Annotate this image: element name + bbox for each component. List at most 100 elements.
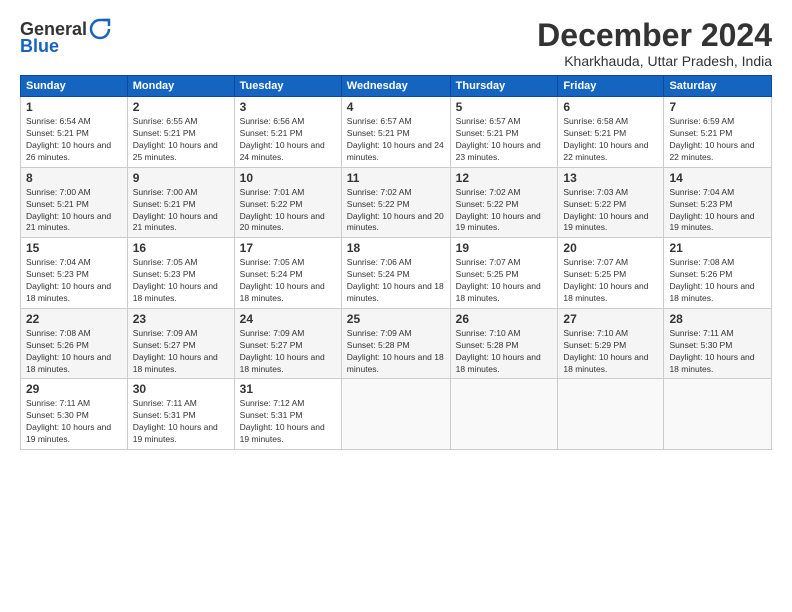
table-row — [664, 379, 772, 450]
day-info: Sunrise: 7:10 AM Sunset: 5:28 PM Dayligh… — [456, 328, 553, 376]
table-row: 26 Sunrise: 7:10 AM Sunset: 5:28 PM Dayl… — [450, 308, 558, 379]
calendar-week-row: 8 Sunrise: 7:00 AM Sunset: 5:21 PM Dayli… — [21, 167, 772, 238]
day-number: 1 — [26, 100, 122, 114]
day-info: Sunrise: 7:07 AM Sunset: 5:25 PM Dayligh… — [456, 257, 553, 305]
day-info: Sunrise: 7:05 AM Sunset: 5:23 PM Dayligh… — [133, 257, 229, 305]
day-info: Sunrise: 6:54 AM Sunset: 5:21 PM Dayligh… — [26, 116, 122, 164]
day-number: 15 — [26, 241, 122, 255]
table-row: 2 Sunrise: 6:55 AM Sunset: 5:21 PM Dayli… — [127, 97, 234, 168]
day-number: 11 — [347, 171, 445, 185]
day-number: 24 — [240, 312, 336, 326]
day-info: Sunrise: 6:57 AM Sunset: 5:21 PM Dayligh… — [347, 116, 445, 164]
day-number: 23 — [133, 312, 229, 326]
day-info: Sunrise: 7:00 AM Sunset: 5:21 PM Dayligh… — [26, 187, 122, 235]
table-row: 23 Sunrise: 7:09 AM Sunset: 5:27 PM Dayl… — [127, 308, 234, 379]
day-number: 2 — [133, 100, 229, 114]
table-row: 27 Sunrise: 7:10 AM Sunset: 5:29 PM Dayl… — [558, 308, 664, 379]
header: General Blue December 2024 Kharkhauda, U… — [20, 18, 772, 69]
table-row: 21 Sunrise: 7:08 AM Sunset: 5:26 PM Dayl… — [664, 238, 772, 309]
header-sunday: Sunday — [21, 76, 128, 97]
day-info: Sunrise: 6:58 AM Sunset: 5:21 PM Dayligh… — [563, 116, 658, 164]
day-number: 19 — [456, 241, 553, 255]
header-tuesday: Tuesday — [234, 76, 341, 97]
table-row: 1 Sunrise: 6:54 AM Sunset: 5:21 PM Dayli… — [21, 97, 128, 168]
day-info: Sunrise: 6:56 AM Sunset: 5:21 PM Dayligh… — [240, 116, 336, 164]
header-wednesday: Wednesday — [341, 76, 450, 97]
main-title: December 2024 — [537, 18, 772, 53]
day-number: 16 — [133, 241, 229, 255]
table-row: 17 Sunrise: 7:05 AM Sunset: 5:24 PM Dayl… — [234, 238, 341, 309]
table-row: 3 Sunrise: 6:56 AM Sunset: 5:21 PM Dayli… — [234, 97, 341, 168]
table-row: 25 Sunrise: 7:09 AM Sunset: 5:28 PM Dayl… — [341, 308, 450, 379]
logo-blue-text: Blue — [20, 36, 59, 57]
calendar-week-row: 22 Sunrise: 7:08 AM Sunset: 5:26 PM Dayl… — [21, 308, 772, 379]
day-number: 4 — [347, 100, 445, 114]
day-number: 3 — [240, 100, 336, 114]
day-info: Sunrise: 7:01 AM Sunset: 5:22 PM Dayligh… — [240, 187, 336, 235]
day-number: 31 — [240, 382, 336, 396]
table-row: 4 Sunrise: 6:57 AM Sunset: 5:21 PM Dayli… — [341, 97, 450, 168]
day-info: Sunrise: 6:59 AM Sunset: 5:21 PM Dayligh… — [669, 116, 766, 164]
day-number: 7 — [669, 100, 766, 114]
table-row: 11 Sunrise: 7:02 AM Sunset: 5:22 PM Dayl… — [341, 167, 450, 238]
table-row: 10 Sunrise: 7:01 AM Sunset: 5:22 PM Dayl… — [234, 167, 341, 238]
table-row: 31 Sunrise: 7:12 AM Sunset: 5:31 PM Dayl… — [234, 379, 341, 450]
day-number: 10 — [240, 171, 336, 185]
day-info: Sunrise: 7:08 AM Sunset: 5:26 PM Dayligh… — [669, 257, 766, 305]
day-info: Sunrise: 7:05 AM Sunset: 5:24 PM Dayligh… — [240, 257, 336, 305]
table-row: 28 Sunrise: 7:11 AM Sunset: 5:30 PM Dayl… — [664, 308, 772, 379]
day-number: 28 — [669, 312, 766, 326]
title-area: December 2024 Kharkhauda, Uttar Pradesh,… — [537, 18, 772, 69]
header-monday: Monday — [127, 76, 234, 97]
calendar-header-row: Sunday Monday Tuesday Wednesday Thursday… — [21, 76, 772, 97]
day-info: Sunrise: 7:03 AM Sunset: 5:22 PM Dayligh… — [563, 187, 658, 235]
day-info: Sunrise: 7:00 AM Sunset: 5:21 PM Dayligh… — [133, 187, 229, 235]
day-info: Sunrise: 7:04 AM Sunset: 5:23 PM Dayligh… — [26, 257, 122, 305]
day-info: Sunrise: 7:07 AM Sunset: 5:25 PM Dayligh… — [563, 257, 658, 305]
table-row: 12 Sunrise: 7:02 AM Sunset: 5:22 PM Dayl… — [450, 167, 558, 238]
day-info: Sunrise: 7:09 AM Sunset: 5:27 PM Dayligh… — [240, 328, 336, 376]
table-row: 8 Sunrise: 7:00 AM Sunset: 5:21 PM Dayli… — [21, 167, 128, 238]
calendar-week-row: 1 Sunrise: 6:54 AM Sunset: 5:21 PM Dayli… — [21, 97, 772, 168]
day-number: 9 — [133, 171, 229, 185]
day-info: Sunrise: 7:02 AM Sunset: 5:22 PM Dayligh… — [456, 187, 553, 235]
calendar-week-row: 29 Sunrise: 7:11 AM Sunset: 5:30 PM Dayl… — [21, 379, 772, 450]
table-row: 14 Sunrise: 7:04 AM Sunset: 5:23 PM Dayl… — [664, 167, 772, 238]
logo-icon — [89, 18, 111, 40]
day-info: Sunrise: 7:09 AM Sunset: 5:27 PM Dayligh… — [133, 328, 229, 376]
day-number: 20 — [563, 241, 658, 255]
day-info: Sunrise: 7:10 AM Sunset: 5:29 PM Dayligh… — [563, 328, 658, 376]
day-number: 22 — [26, 312, 122, 326]
day-number: 14 — [669, 171, 766, 185]
header-saturday: Saturday — [664, 76, 772, 97]
table-row — [558, 379, 664, 450]
table-row: 7 Sunrise: 6:59 AM Sunset: 5:21 PM Dayli… — [664, 97, 772, 168]
calendar-table: Sunday Monday Tuesday Wednesday Thursday… — [20, 75, 772, 450]
table-row: 30 Sunrise: 7:11 AM Sunset: 5:31 PM Dayl… — [127, 379, 234, 450]
table-row: 13 Sunrise: 7:03 AM Sunset: 5:22 PM Dayl… — [558, 167, 664, 238]
day-number: 13 — [563, 171, 658, 185]
day-number: 21 — [669, 241, 766, 255]
day-number: 26 — [456, 312, 553, 326]
table-row: 9 Sunrise: 7:00 AM Sunset: 5:21 PM Dayli… — [127, 167, 234, 238]
table-row — [450, 379, 558, 450]
day-info: Sunrise: 7:02 AM Sunset: 5:22 PM Dayligh… — [347, 187, 445, 235]
day-info: Sunrise: 6:57 AM Sunset: 5:21 PM Dayligh… — [456, 116, 553, 164]
day-info: Sunrise: 7:11 AM Sunset: 5:30 PM Dayligh… — [669, 328, 766, 376]
day-number: 27 — [563, 312, 658, 326]
table-row: 6 Sunrise: 6:58 AM Sunset: 5:21 PM Dayli… — [558, 97, 664, 168]
day-info: Sunrise: 7:09 AM Sunset: 5:28 PM Dayligh… — [347, 328, 445, 376]
day-info: Sunrise: 7:12 AM Sunset: 5:31 PM Dayligh… — [240, 398, 336, 446]
header-thursday: Thursday — [450, 76, 558, 97]
table-row: 29 Sunrise: 7:11 AM Sunset: 5:30 PM Dayl… — [21, 379, 128, 450]
day-number: 8 — [26, 171, 122, 185]
table-row: 5 Sunrise: 6:57 AM Sunset: 5:21 PM Dayli… — [450, 97, 558, 168]
table-row: 16 Sunrise: 7:05 AM Sunset: 5:23 PM Dayl… — [127, 238, 234, 309]
day-number: 18 — [347, 241, 445, 255]
table-row: 18 Sunrise: 7:06 AM Sunset: 5:24 PM Dayl… — [341, 238, 450, 309]
day-number: 29 — [26, 382, 122, 396]
day-number: 5 — [456, 100, 553, 114]
day-number: 30 — [133, 382, 229, 396]
day-number: 12 — [456, 171, 553, 185]
calendar-week-row: 15 Sunrise: 7:04 AM Sunset: 5:23 PM Dayl… — [21, 238, 772, 309]
